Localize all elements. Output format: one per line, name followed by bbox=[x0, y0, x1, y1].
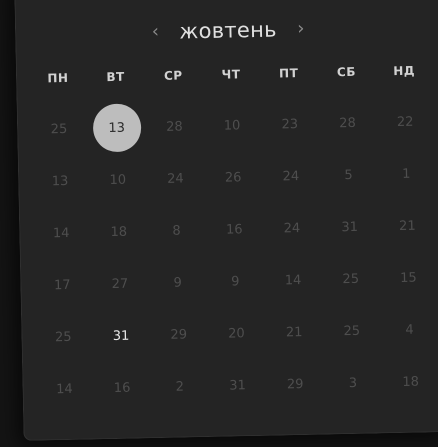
day-cell[interactable]: 28 bbox=[145, 100, 204, 153]
day-cell[interactable]: 23 bbox=[260, 98, 319, 151]
stage: ‹ жовтень › ПН ВТ СР ЧТ ПТ СБ НД 25 13 28 1… bbox=[0, 0, 438, 447]
day-cell[interactable]: 17 bbox=[33, 258, 92, 311]
day-cell[interactable]: 27 bbox=[91, 257, 150, 310]
day-cell[interactable]: 4 bbox=[380, 303, 438, 356]
day-cell[interactable]: 15 bbox=[379, 251, 438, 304]
day-cell[interactable]: 25 bbox=[321, 252, 380, 305]
day-cell[interactable]: 16 bbox=[205, 203, 264, 256]
day-cell[interactable]: 14 bbox=[35, 362, 94, 415]
day-cell[interactable]: 24 bbox=[146, 152, 205, 205]
day-cell[interactable]: 10 bbox=[88, 153, 147, 206]
day-cell[interactable]: 31 bbox=[208, 359, 267, 412]
day-cell[interactable]: 13 bbox=[31, 154, 90, 207]
day-number: 13 bbox=[108, 120, 126, 136]
calendar-header: ‹ жовтень › bbox=[16, 9, 438, 52]
day-cell[interactable]: 24 bbox=[261, 150, 320, 203]
day-cell[interactable]: 9 bbox=[148, 256, 207, 309]
day-cell[interactable]: 20 bbox=[207, 307, 266, 360]
weekday-sat: СБ bbox=[336, 64, 357, 80]
day-cell[interactable]: 18 bbox=[89, 205, 148, 258]
day-cell[interactable]: 8 bbox=[147, 204, 206, 257]
day-cell[interactable]: 29 bbox=[266, 358, 325, 411]
weekday-fri: ПТ bbox=[278, 66, 299, 81]
day-cell[interactable]: 31 bbox=[320, 200, 379, 253]
day-cell-today[interactable]: 31 bbox=[92, 309, 151, 362]
day-cell[interactable]: 26 bbox=[204, 151, 263, 204]
day-cell[interactable]: 28 bbox=[318, 96, 377, 149]
day-cell[interactable]: 14 bbox=[32, 206, 91, 259]
day-cell[interactable]: 16 bbox=[93, 361, 152, 414]
day-cell[interactable]: 25 bbox=[34, 310, 93, 363]
day-cell[interactable]: 24 bbox=[263, 202, 322, 255]
weekday-header-row: ПН ВТ СР ЧТ ПТ СБ НД bbox=[29, 63, 433, 91]
day-cell[interactable]: 3 bbox=[324, 356, 383, 409]
day-cell-selected[interactable]: 13 bbox=[87, 101, 146, 154]
month-title[interactable]: жовтень bbox=[179, 18, 277, 44]
day-cell[interactable]: 21 bbox=[265, 306, 324, 359]
day-cell[interactable]: 1 bbox=[377, 147, 436, 200]
weekday-mon: ПН bbox=[47, 70, 69, 86]
weekday-wed: СР bbox=[163, 68, 183, 83]
day-cell[interactable]: 14 bbox=[264, 254, 323, 307]
day-cell[interactable]: 5 bbox=[319, 148, 378, 201]
day-cell[interactable]: 9 bbox=[206, 255, 265, 308]
day-cell[interactable]: 21 bbox=[378, 199, 437, 252]
day-grid: 25 13 28 10 23 28 22 13 10 24 26 24 5 1 14 18 8 16 24 31 21 1… bbox=[30, 95, 438, 415]
calendar-panel: ‹ жовтень › ПН ВТ СР ЧТ ПТ СБ НД 25 13 28 1… bbox=[14, 0, 438, 441]
day-cell[interactable]: 2 bbox=[150, 360, 209, 413]
day-cell[interactable]: 29 bbox=[149, 308, 208, 361]
weekday-sun: НД bbox=[393, 63, 416, 79]
day-cell[interactable]: 18 bbox=[381, 355, 438, 408]
chevron-right-icon[interactable]: › bbox=[289, 14, 314, 44]
chevron-left-icon[interactable]: ‹ bbox=[143, 17, 168, 47]
day-cell[interactable]: 22 bbox=[376, 95, 435, 148]
day-cell[interactable]: 10 bbox=[203, 99, 262, 152]
day-cell[interactable]: 25 bbox=[322, 304, 381, 357]
weekday-tue: ВТ bbox=[106, 69, 125, 85]
weekday-thu: ЧТ bbox=[221, 67, 241, 82]
day-cell[interactable]: 25 bbox=[30, 102, 89, 155]
